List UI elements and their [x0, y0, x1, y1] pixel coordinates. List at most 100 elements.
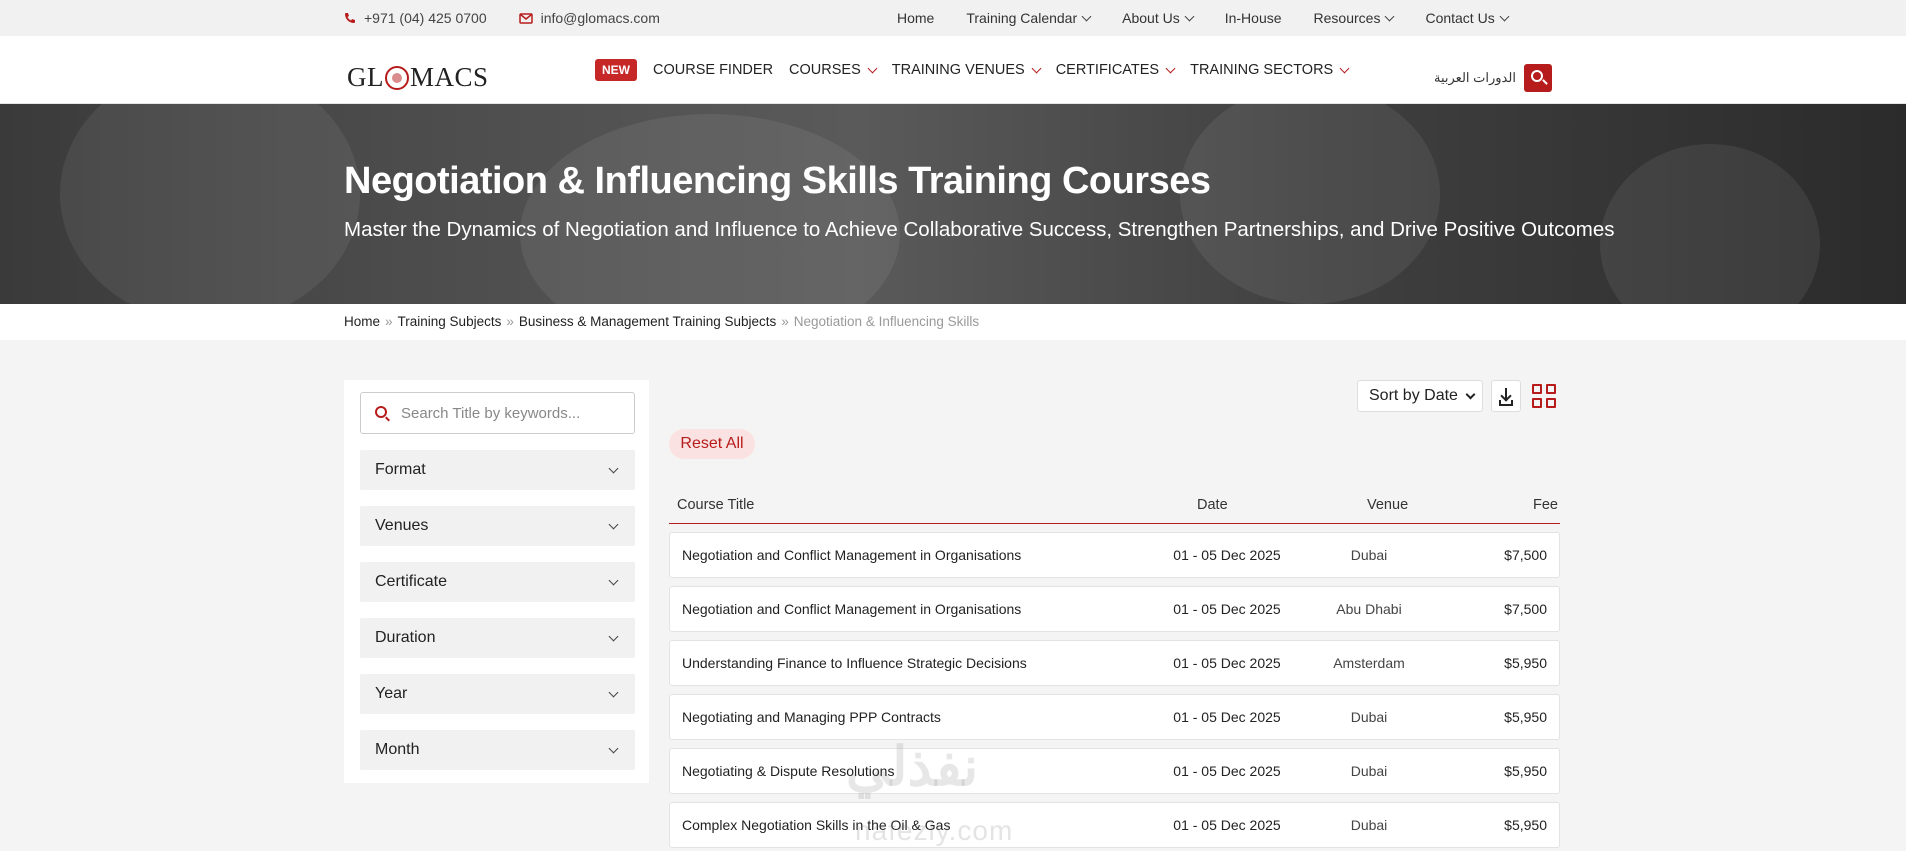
top-link-label: Resources [1313, 10, 1381, 26]
course-venue: Dubai [1350, 547, 1388, 563]
top-link-about-us[interactable]: About Us [1122, 10, 1195, 26]
grid-view-icon[interactable] [1532, 384, 1558, 410]
course-date: 01 - 05 Dec 2025 [1173, 817, 1281, 833]
filter-label: Duration [375, 629, 436, 646]
top-link-label: About Us [1122, 10, 1180, 26]
download-icon-tray [1499, 400, 1513, 406]
nav-training-venues[interactable]: TRAINING VENUES [891, 62, 1042, 78]
nav-label: TRAINING VENUES [891, 62, 1025, 78]
chevron-down-icon [1081, 11, 1092, 21]
course-fee: $5,950 [1504, 763, 1547, 779]
course-date: 01 - 05 Dec 2025 [1173, 601, 1281, 617]
logo-text-start: GL [347, 62, 384, 92]
table-row[interactable]: Negotiating and Managing PPP Contracts 0… [669, 694, 1560, 740]
chevron-down-icon [1165, 63, 1176, 73]
top-link-label: Home [897, 10, 935, 26]
course-date: 01 - 05 Dec 2025 [1173, 547, 1281, 563]
filter-format[interactable]: Format [360, 450, 635, 490]
sort-select-value: Sort by Date [1369, 387, 1458, 404]
email-contact[interactable]: info@glomacs.com [518, 10, 660, 26]
course-title[interactable]: Understanding Finance to Influence Strat… [682, 655, 1027, 671]
chevron-down-icon [1465, 389, 1476, 399]
phone-icon [345, 13, 355, 23]
breadcrumb-home[interactable]: Home [344, 314, 380, 329]
course-title[interactable]: Negotiating and Managing PPP Contracts [682, 709, 941, 725]
watermark-latin: nafezly.com [855, 815, 1014, 846]
grid-cell [1532, 384, 1542, 394]
course-venue: Dubai [1350, 709, 1388, 725]
breadcrumb-separator: » [781, 314, 789, 329]
sort-select[interactable]: Sort by Date [1357, 380, 1483, 412]
nav-label: COURSES [789, 62, 861, 78]
course-venue: Dubai [1350, 763, 1388, 779]
header-fee[interactable]: Fee [1533, 497, 1558, 513]
top-bar: +971 (04) 425 0700 info@glomacs.com Home… [0, 0, 1906, 36]
mail-icon [518, 12, 533, 24]
hero-background-shape [60, 104, 360, 304]
table-row[interactable]: Understanding Finance to Influence Strat… [669, 640, 1560, 686]
breadcrumb-separator: » [385, 314, 393, 329]
chevron-down-icon [608, 631, 619, 641]
filter-month[interactable]: Month [360, 730, 635, 770]
chevron-down-icon [867, 63, 878, 73]
course-venue: Amsterdam [1333, 655, 1405, 671]
search-box [360, 392, 635, 434]
nav-label: TRAINING SECTORS [1190, 62, 1334, 78]
grid-cell [1546, 384, 1556, 394]
phone-contact[interactable]: +971 (04) 425 0700 [344, 10, 487, 26]
hero-background-shape [1600, 144, 1820, 304]
chevron-down-icon [1031, 63, 1042, 73]
main-nav: NEW COURSE FINDER COURSES TRAINING VENUE… [595, 36, 1350, 104]
course-fee: $7,500 [1504, 547, 1547, 563]
download-button[interactable] [1491, 380, 1521, 412]
course-fee: $5,950 [1504, 655, 1547, 671]
chevron-down-icon [608, 743, 619, 753]
course-title[interactable]: Negotiation and Conflict Management in O… [682, 547, 1021, 563]
filter-venues[interactable]: Venues [360, 506, 635, 546]
top-link-resources[interactable]: Resources [1313, 10, 1395, 26]
header-search-button[interactable] [1524, 64, 1552, 92]
nav-courses[interactable]: COURSES [789, 62, 878, 78]
course-table: Negotiation and Conflict Management in O… [669, 532, 1560, 851]
course-title[interactable]: Negotiation and Conflict Management in O… [682, 601, 1021, 617]
filter-label: Year [375, 685, 408, 702]
glomacs-logo[interactable]: GL MACS [347, 62, 489, 93]
nav-course-finder[interactable]: COURSE FINDER [653, 62, 773, 78]
header-venue[interactable]: Venue [1367, 497, 1408, 513]
logo-text-end: MACS [410, 62, 489, 92]
filter-certificate[interactable]: Certificate [360, 562, 635, 602]
table-row[interactable]: Negotiation and Conflict Management in O… [669, 532, 1560, 578]
search-icon-handle [1542, 79, 1548, 85]
filter-label: Month [375, 741, 420, 758]
table-row[interactable]: Negotiation and Conflict Management in O… [669, 586, 1560, 632]
table-row[interactable]: Complex Negotiation Skills in the Oil & … [669, 802, 1560, 848]
main-header: GL MACS NEW COURSE FINDER COURSES TRAINI… [0, 36, 1906, 104]
arabic-courses-link[interactable]: الدورات العربية [1434, 70, 1516, 86]
top-link-contact-us[interactable]: Contact Us [1425, 10, 1510, 26]
top-link-training-calendar[interactable]: Training Calendar [966, 10, 1092, 26]
nav-label: CERTIFICATES [1055, 62, 1160, 78]
nav-certificates[interactable]: CERTIFICATES [1055, 62, 1176, 78]
search-input[interactable] [401, 401, 626, 425]
globe-icon [385, 65, 409, 90]
chevron-down-icon [1184, 11, 1195, 21]
table-row[interactable]: Negotiating & Dispute Resolutions 01 - 0… [669, 748, 1560, 794]
filter-duration[interactable]: Duration [360, 618, 635, 658]
header-course-title[interactable]: Course Title [677, 497, 754, 513]
top-link-home[interactable]: Home [897, 10, 934, 26]
course-date: 01 - 05 Dec 2025 [1173, 709, 1281, 725]
nav-training-sectors[interactable]: TRAINING SECTORS [1190, 62, 1350, 78]
breadcrumb-business-management[interactable]: Business & Management Training Subjects [519, 314, 776, 329]
watermark-arabic: نفذلي [846, 737, 979, 797]
filter-label: Venues [375, 517, 429, 534]
breadcrumb-training-subjects[interactable]: Training Subjects [398, 314, 502, 329]
header-date[interactable]: Date [1197, 497, 1228, 513]
chevron-down-icon [1499, 11, 1510, 21]
course-venue: Dubai [1350, 817, 1388, 833]
top-link-in-house[interactable]: In-House [1225, 10, 1282, 26]
reset-all-button[interactable]: Reset All [669, 429, 755, 459]
chevron-down-icon [608, 519, 619, 529]
course-fee: $5,950 [1504, 817, 1547, 833]
hero-banner: Negotiation & Influencing Skills Trainin… [0, 104, 1906, 304]
filter-year[interactable]: Year [360, 674, 635, 714]
